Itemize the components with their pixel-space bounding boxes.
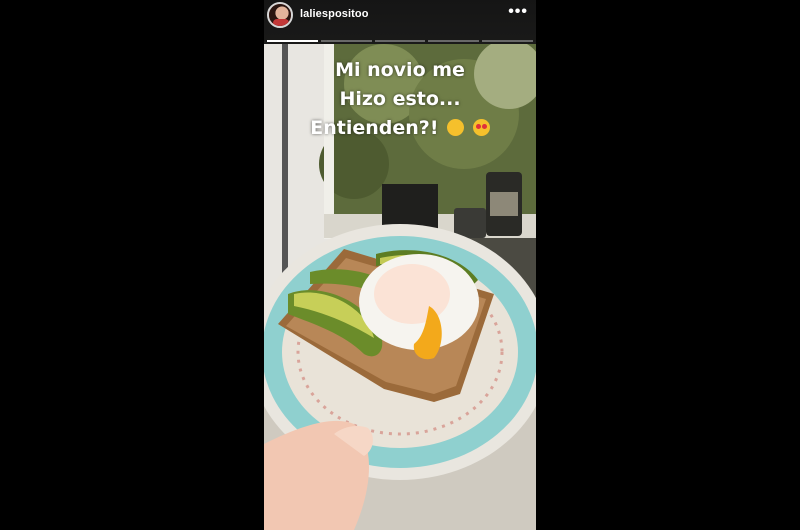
caption-line-with-emojis: Entienden?! <box>264 114 536 143</box>
caption-line: Mi novio me <box>335 59 465 81</box>
progress-segment <box>428 40 480 42</box>
username-link[interactable]: laliespositoo <box>300 8 369 20</box>
story-progress-bar <box>267 40 533 42</box>
caption-line: Hizo esto... <box>339 88 461 110</box>
story-header: laliespositoo ••• <box>264 0 536 44</box>
progress-segment <box>320 40 372 42</box>
avatar[interactable] <box>267 2 293 28</box>
caption-line: Entienden?! <box>310 117 439 139</box>
heart-eyes-icon <box>472 119 490 136</box>
progress-segment <box>482 40 533 42</box>
story-viewer[interactable]: laliespositoo ••• Mi novio me Hizo esto.… <box>264 0 536 530</box>
story-caption: Mi novio me Hizo esto... Entienden?! <box>264 56 536 143</box>
more-options-icon[interactable]: ••• <box>508 3 528 21</box>
progress-segment <box>374 40 426 42</box>
smiling-face-with-hearts-icon <box>447 119 465 136</box>
progress-segment <box>267 40 318 42</box>
